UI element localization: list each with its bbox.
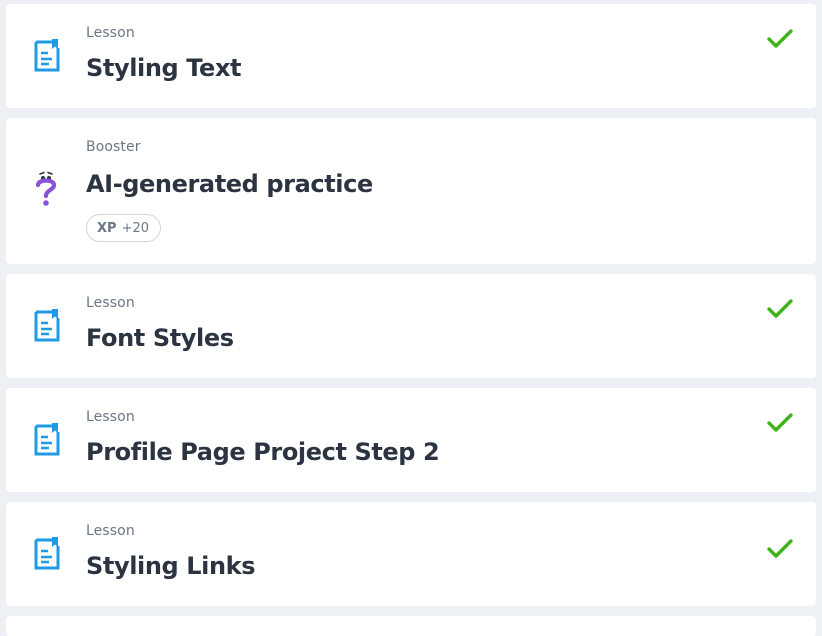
- item-title[interactable]: Styling Text: [86, 54, 241, 82]
- checkmark-icon: [766, 298, 794, 320]
- lesson-document-icon: [33, 422, 61, 458]
- item-title[interactable]: AI-generated practice: [86, 170, 373, 198]
- lesson-document-icon: [33, 38, 61, 74]
- checkmark-icon: [766, 538, 794, 560]
- item-title[interactable]: Font Styles: [86, 324, 234, 352]
- item-title[interactable]: Profile Page Project Step 2: [86, 438, 440, 466]
- item-type-label: Booster: [86, 139, 141, 155]
- xp-value: +20: [121, 220, 149, 236]
- item-type-label: Lesson: [86, 409, 135, 425]
- item-type-label: Lesson: [86, 295, 135, 311]
- lesson-document-icon: [33, 308, 61, 344]
- item-title[interactable]: Styling Links: [86, 552, 256, 580]
- item-type-label: Lesson: [86, 25, 135, 41]
- lesson-card-styling-text[interactable]: Lesson Styling Text: [6, 4, 816, 108]
- lesson-card-styling-links[interactable]: Lesson Styling Links: [6, 502, 816, 606]
- lesson-card-partial[interactable]: [6, 616, 816, 636]
- item-type-label: Lesson: [86, 523, 135, 539]
- lesson-document-icon: [33, 536, 61, 572]
- lesson-card-profile-page-step-2[interactable]: Lesson Profile Page Project Step 2: [6, 388, 816, 492]
- xp-label: XP: [97, 220, 117, 236]
- checkmark-icon: [766, 28, 794, 50]
- question-mark-icon: [33, 170, 61, 206]
- lesson-card-font-styles[interactable]: Lesson Font Styles: [6, 274, 816, 378]
- xp-badge: XP +20: [86, 214, 161, 242]
- checkmark-icon: [766, 412, 794, 434]
- booster-card-ai-practice[interactable]: Booster AI-generated practice XP +20: [6, 118, 816, 264]
- lesson-list: Lesson Styling Text Booster AI-generated…: [6, 4, 816, 636]
